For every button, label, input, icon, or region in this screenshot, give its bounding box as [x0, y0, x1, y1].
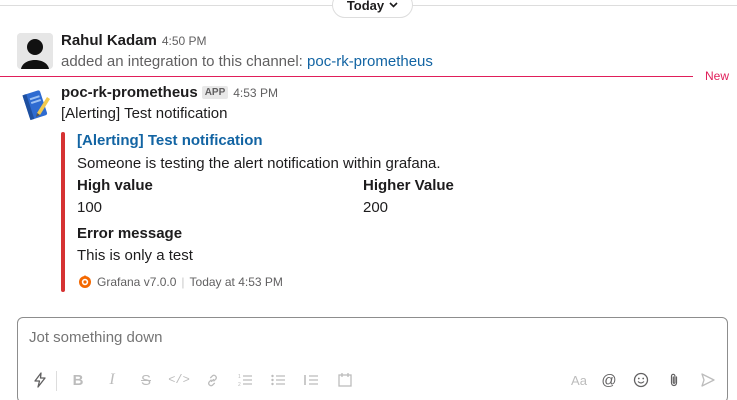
ordered-list-icon[interactable]: 12 [231, 366, 259, 394]
code-block-icon[interactable] [331, 366, 359, 394]
toolbar-divider [56, 371, 57, 391]
notebook-icon [22, 90, 50, 121]
field-high-value: High value 100 [77, 175, 357, 219]
message-text: added an integration to this channel: [61, 53, 308, 70]
footer-text: Grafana v7.0.0 [97, 275, 177, 289]
date-label: Today [346, 0, 385, 13]
svg-text:1: 1 [238, 374, 241, 380]
blockquote-icon[interactable] [297, 366, 325, 394]
attachment-footer: Grafana v7.0.0 | Today at 4:53 PM [77, 274, 283, 290]
field-higher-value: Higher Value 200 [363, 175, 643, 219]
bulleted-list-icon[interactable] [264, 366, 292, 394]
error-message-value: This is only a test [77, 247, 193, 264]
user-avatar-icon [17, 33, 53, 69]
composer-toolbar: B I S </> 12 Aa @ [18, 366, 727, 396]
mention-icon[interactable]: @ [595, 366, 623, 394]
message-author[interactable]: poc-rk-prometheus [61, 84, 198, 101]
italic-icon[interactable]: I [98, 366, 126, 394]
grafana-icon [79, 275, 91, 288]
message-integration-added[interactable]: Rahul Kadam 4:50 PM added an integration … [0, 30, 737, 74]
attachment-fields: High value 100 Higher Value 200 [77, 175, 661, 221]
link-icon[interactable] [198, 366, 226, 394]
attachment-title-link[interactable]: [Alerting] Test notification [77, 129, 661, 153]
svg-text:2: 2 [238, 382, 241, 388]
new-divider-line [0, 76, 693, 77]
field-value: 100 [77, 199, 103, 216]
message-input[interactable] [29, 329, 629, 346]
date-jump-button[interactable]: Today [332, 0, 413, 18]
message-timestamp[interactable]: 4:50 PM [162, 34, 207, 48]
field-title: High value [77, 177, 153, 194]
send-icon[interactable] [694, 366, 722, 394]
message-text: [Alerting] Test notification [61, 105, 228, 122]
attachment-color-bar [61, 132, 65, 292]
new-label: New [698, 69, 729, 83]
new-messages-divider: New [0, 69, 737, 83]
shortcuts-icon[interactable] [26, 366, 54, 394]
emoji-icon[interactable] [627, 366, 655, 394]
formatting-icon[interactable]: Aa [565, 366, 593, 394]
attach-icon[interactable] [660, 366, 688, 394]
field-title: Higher Value [363, 177, 454, 194]
bot-avatar[interactable] [17, 87, 53, 123]
message-author[interactable]: Rahul Kadam [61, 32, 157, 49]
footer-time[interactable]: Today at 4:53 PM [190, 275, 283, 289]
attachment-text: Someone is testing the alert notificatio… [77, 155, 441, 172]
strikethrough-icon[interactable]: S [132, 366, 160, 394]
message-composer[interactable]: B I S </> 12 Aa @ [17, 317, 728, 400]
avatar[interactable] [17, 33, 53, 69]
code-icon[interactable]: </> [165, 366, 193, 394]
chevron-down-icon [389, 0, 398, 10]
channel-link[interactable]: poc-rk-prometheus [307, 53, 433, 70]
field-value: 200 [363, 199, 389, 216]
error-message-title: Error message [77, 225, 183, 242]
footer-separator: | [181, 275, 185, 289]
alert-attachment: [Alerting] Test notification Someone is … [61, 129, 661, 292]
message-timestamp[interactable]: 4:53 PM [233, 86, 278, 100]
app-badge: APP [201, 86, 229, 99]
date-divider: Today [0, 0, 737, 18]
bold-icon[interactable]: B [64, 366, 92, 394]
